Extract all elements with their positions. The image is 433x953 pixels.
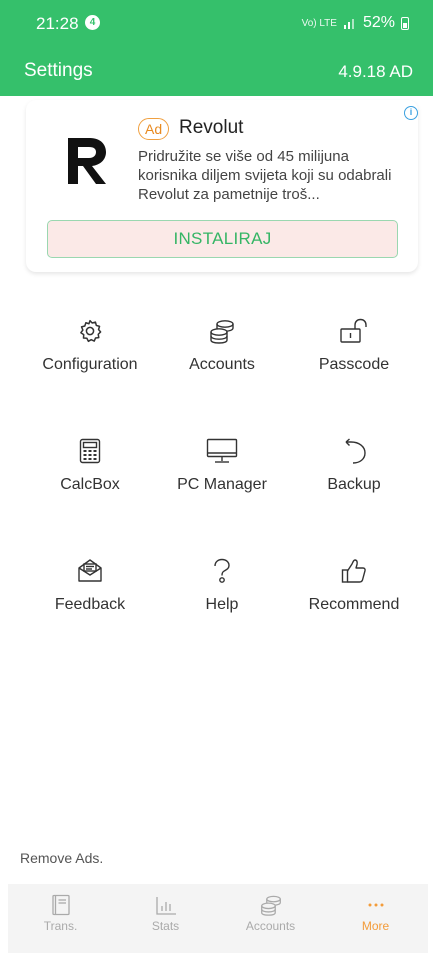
bottom-nav: Trans. Stats Accounts More xyxy=(8,884,428,953)
passcode-label: Passcode xyxy=(318,356,390,373)
help-button[interactable]: Help xyxy=(157,558,287,638)
accounts-label: Accounts xyxy=(189,356,255,373)
revolut-logo xyxy=(68,138,106,184)
feedback-button[interactable]: Feedback xyxy=(25,558,155,638)
battery-level: 52% xyxy=(362,14,395,31)
status-bar: 21:28 4 Vo) LTE 52% xyxy=(0,0,433,48)
restore-icon xyxy=(345,438,366,464)
app-version: 4.9.18 AD xyxy=(338,62,413,81)
gear-icon xyxy=(80,319,102,343)
book-icon xyxy=(51,894,70,916)
install-button[interactable]: INSTALIRAJ xyxy=(47,220,398,258)
calculator-icon xyxy=(79,438,101,464)
signal-icon xyxy=(343,19,354,29)
tab-stats-label: Stats xyxy=(151,919,180,933)
tab-trans-label: Trans. xyxy=(43,919,78,933)
network-indicator: Vo) LTE xyxy=(301,17,337,29)
feedback-label: Feedback xyxy=(54,596,126,613)
coins-icon xyxy=(210,320,234,344)
battery-icon xyxy=(401,16,409,30)
more-icon xyxy=(368,903,383,907)
tab-stats[interactable]: Stats xyxy=(113,884,218,953)
configuration-label: Configuration xyxy=(42,356,138,373)
tab-accounts[interactable]: Accounts xyxy=(218,884,323,953)
tab-accounts-label: Accounts xyxy=(245,919,296,933)
calcbox-button[interactable]: CalcBox xyxy=(25,438,155,518)
backup-button[interactable]: Backup xyxy=(289,438,419,518)
backup-label: Backup xyxy=(327,476,381,493)
notification-badge: 4 xyxy=(85,15,100,30)
ad-badge: Ad xyxy=(138,118,170,140)
accounts-button[interactable]: Accounts xyxy=(157,318,287,398)
passcode-button[interactable]: Passcode xyxy=(289,318,419,398)
ad-advertiser: Revolut xyxy=(179,117,244,138)
recommend-button[interactable]: Recommend xyxy=(289,558,419,638)
ad-card[interactable]: i Ad Revolut Pridružite se više od 45 mi… xyxy=(26,100,418,272)
pc-manager-button[interactable]: PC Manager xyxy=(157,438,287,518)
configuration-button[interactable]: Configuration xyxy=(25,318,155,398)
tab-more[interactable]: More xyxy=(323,884,428,953)
question-icon xyxy=(214,558,230,583)
unlock-icon xyxy=(340,318,367,343)
ad-description: Pridružite se više od 45 milijuna korisn… xyxy=(138,148,392,203)
help-label: Help xyxy=(205,596,239,613)
calcbox-label: CalcBox xyxy=(60,476,120,493)
ad-info-icon[interactable]: i xyxy=(404,106,418,120)
app-bar: Settings 4.9.18 AD xyxy=(0,48,433,96)
monitor-icon xyxy=(206,438,238,463)
coins-icon xyxy=(260,895,281,916)
recommend-label: Recommend xyxy=(308,596,400,613)
bar-chart-icon xyxy=(155,897,176,915)
page-title: Settings xyxy=(24,60,93,81)
remove-ads-link[interactable]: Remove Ads. xyxy=(20,850,103,866)
mail-icon xyxy=(78,559,102,582)
thumbs-up-icon xyxy=(341,559,366,583)
tab-more-label: More xyxy=(361,919,390,933)
status-time: 21:28 xyxy=(36,14,79,33)
system-status: Vo) LTE 52% xyxy=(302,14,409,32)
pc-manager-label: PC Manager xyxy=(177,476,267,493)
tab-trans[interactable]: Trans. xyxy=(8,884,113,953)
